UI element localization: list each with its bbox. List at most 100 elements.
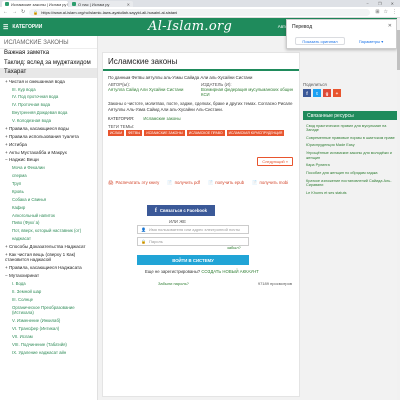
sidebar-item[interactable]: VIII. Подчинение (Таба'ийя) xyxy=(0,341,97,349)
site-logo[interactable]: Al-Islam.org xyxy=(148,19,232,34)
download-action[interactable]: 🖨 Распечатать эту книгу xyxy=(108,180,159,186)
next-button[interactable]: Следующий » xyxy=(257,157,293,166)
close-tab-icon[interactable]: ✕ xyxy=(66,2,68,7)
document-icon: 📄 xyxy=(207,180,214,185)
forgot-link[interactable]: забыл? xyxy=(227,245,241,250)
views-count: 97189 просмотров xyxy=(257,281,292,286)
publisher-link[interactable]: Всемирная федерация мусульманских общин … xyxy=(201,87,293,97)
sidebar-item[interactable]: II. Земной шар xyxy=(0,288,97,296)
sidebar-item[interactable]: IV. Проточная вода xyxy=(0,101,97,109)
sidebar-item[interactable]: Труп xyxy=(0,180,97,188)
sidebar-title: ИСЛАМСКИЕ ЗАКОНЫ xyxy=(0,36,97,49)
forgot-password-link[interactable]: Забыли пароль? xyxy=(158,281,189,286)
username-field[interactable]: 👤 Имя пользователя или адрес электронной… xyxy=(137,225,249,234)
sidebar-item[interactable]: VI. Трансфер (Интикал) xyxy=(0,325,97,333)
sidebar-item[interactable]: + Истибра xyxy=(0,141,97,149)
related-resource-link[interactable]: Кара Рулинга xyxy=(303,162,398,170)
sidebar-item[interactable]: Моча и Фекалии xyxy=(0,164,97,172)
hamburger-icon: ☰ xyxy=(3,24,9,31)
menu-icon[interactable]: ⋮ xyxy=(392,9,397,15)
sidebar-item[interactable]: Тахарат xyxy=(0,68,97,78)
window-controls[interactable]: − ❐ ✕ xyxy=(367,1,399,6)
sidebar-item[interactable]: + Правила, касающиеся воды xyxy=(0,125,97,133)
sidebar-item[interactable]: Таклид: вслед за муджтахидом xyxy=(0,59,97,69)
download-action[interactable]: 📄 получить pdf xyxy=(167,180,200,186)
sidebar-item[interactable]: + Как чистая вещь (сверху 1 Как) станови… xyxy=(0,251,97,264)
close-icon[interactable]: ✕ xyxy=(388,23,392,29)
related-resource-link[interactable]: Современные правовые нормы в шиитском пр… xyxy=(303,134,398,142)
topic-tag[interactable]: ИСЛАМ xyxy=(108,130,125,136)
social-share-icon[interactable]: + xyxy=(333,89,341,97)
sidebar-item[interactable]: + Чистая и смешанная вода xyxy=(0,78,97,86)
sidebar-item[interactable]: Кафир xyxy=(0,204,97,212)
sidebar-item[interactable]: I. Вода xyxy=(0,280,97,288)
show-original-button[interactable]: Показать оригинал xyxy=(295,37,345,45)
sidebar-item[interactable]: Важная заметка xyxy=(0,49,97,59)
login-button[interactable]: ВОЙТИ В СИСТЕМУ xyxy=(137,255,249,265)
register-prompt: Еще не зарегистрированы? xyxy=(145,269,201,274)
reload-icon[interactable]: ↻ xyxy=(21,9,25,15)
sidebar-item[interactable]: IX. Удаление наджасат айн xyxy=(0,348,97,356)
sidebar-item[interactable]: V. Колодезная вода xyxy=(0,117,97,125)
category-link[interactable]: Исламские законы xyxy=(143,116,180,121)
forward-icon[interactable]: → xyxy=(12,9,17,15)
sidebar-item[interactable]: − Наджис Вещи xyxy=(0,156,97,164)
sidebar-item[interactable]: наджасат xyxy=(0,235,97,243)
download-action[interactable]: 📄 получить epub xyxy=(208,180,244,186)
sidebar-item[interactable]: Органическое Преобразование (Истихала) xyxy=(0,304,97,317)
username-placeholder: Имя пользователя или адрес электронной п… xyxy=(148,227,241,232)
document-icon: 📄 xyxy=(252,180,258,185)
address-bar-row: ← → ↻ 🔒 https://www.al-islam.org/ru/isla… xyxy=(0,7,400,18)
sidebar-item[interactable]: + Правила, касающиеся Наджасата xyxy=(0,264,97,272)
sidebar-item[interactable]: сперма xyxy=(0,172,97,180)
facebook-login-button[interactable]: f Связаться с Facebook xyxy=(147,205,215,216)
sidebar-item[interactable]: + Правила использования туалета xyxy=(0,133,97,141)
sidebar-item[interactable]: Пиво (Фукх`а) xyxy=(0,219,97,227)
topic-tag[interactable]: ФЕТВЫ xyxy=(126,130,143,136)
related-resource-link[interactable]: Свод практических правил для мусульман н… xyxy=(303,122,398,134)
tab-label: О нас | Ислам ру xyxy=(78,1,110,7)
star-icon[interactable]: ☆ xyxy=(384,9,388,15)
sidebar-item[interactable]: Пот, вверх, который наставник (от) xyxy=(0,227,97,235)
topic-tag[interactable]: ИСЛАМСКИЕ ЗАКОНЫ xyxy=(144,130,185,136)
popup-title: Перевод xyxy=(292,24,313,30)
sidebar-item[interactable]: III. Кур вода xyxy=(0,85,97,93)
url-input[interactable]: 🔒 https://www.al-islam.org/ru/islamic-la… xyxy=(29,8,371,16)
social-share-icon[interactable]: t xyxy=(313,89,321,97)
sidebar-item[interactable]: VII. Ислам xyxy=(0,333,97,341)
sidebar-item[interactable]: V. Изменение (Инкилаб) xyxy=(0,317,97,325)
sidebar-item[interactable]: III. Солнце xyxy=(0,296,97,304)
back-icon[interactable]: ← xyxy=(3,9,8,15)
options-button[interactable]: Параметры ▾ xyxy=(349,37,393,45)
topic-tag[interactable]: ИСЛАМСКОЕ ПРАВО xyxy=(186,130,225,136)
download-actions: 🖨 Распечатать эту книгу 📄 получить pdf 📄 полу… xyxy=(108,180,298,190)
sidebar-item[interactable]: + Акты Мустахабба и Макрух xyxy=(0,148,97,156)
related-resource-link[interactable]: Краткое изложение постановлений Сайида А… xyxy=(303,177,398,189)
toc-list: Важная заметка Таклид: вслед за муджтахид… xyxy=(0,49,97,356)
login-footer: Забыли пароль? 97189 просмотров xyxy=(158,281,298,286)
categories-button[interactable]: ☰ КАТЕГОРИИ xyxy=(3,22,42,32)
related-resource-link[interactable]: Юриспруденция Made Easy xyxy=(303,142,398,150)
sidebar-item[interactable]: Кровь xyxy=(0,188,97,196)
sidebar-item[interactable]: Алкогольный напиток xyxy=(0,211,97,219)
related-resource-link[interactable]: Le Khums et ses statuts xyxy=(303,189,398,197)
register-link[interactable]: СОЗДАТЬ НОВЫЙ АККАУНТ xyxy=(201,269,258,274)
social-share-icon[interactable]: g xyxy=(323,89,331,97)
tags-label: ТЕГИ ТЕМЫ: xyxy=(108,124,135,129)
translate-icon[interactable]: ⊞ xyxy=(375,9,379,15)
book-intro: По данным Фетвы аятуллы аль-Узмы Сайида … xyxy=(108,75,253,80)
author-link[interactable]: Аятулла Сайид Али Хусайни Систани xyxy=(108,87,183,92)
social-share-icon[interactable]: f xyxy=(303,89,311,97)
sidebar-item[interactable]: Внутренняя Дождевая вода xyxy=(0,109,97,117)
related-resource-link[interactable]: Упрощённые исламские законы для молодёжи… xyxy=(303,150,398,162)
sidebar-item[interactable]: Собака и Свинья xyxy=(0,196,97,204)
download-action[interactable]: 📄 получить mobi xyxy=(252,180,288,186)
url-text: https://www.al-islam.org/ru/islamic-laws… xyxy=(41,9,178,15)
topic-tag[interactable]: ИСЛАМСКАЯ ЮРИСПРУДЕНЦИЯ xyxy=(226,130,285,136)
toc-sidebar: ИСЛАМСКИЕ ЗАКОНЫ Важная заметка Таклид: в… xyxy=(0,36,98,400)
related-resource-link[interactable]: Пособие для женщин по обрядам хаджа xyxy=(303,169,398,177)
sidebar-item[interactable]: + Способы Доказательства Наджасат xyxy=(0,243,97,251)
sidebar-item[interactable]: − Мутаххиринат xyxy=(0,272,97,280)
sidebar-item[interactable]: IV. Под проточная вода xyxy=(0,93,97,101)
close-tab-icon[interactable]: ✕ xyxy=(127,2,130,7)
